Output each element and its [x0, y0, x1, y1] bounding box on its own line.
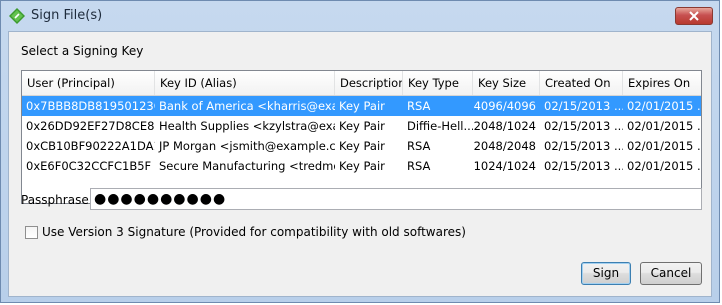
column-description[interactable]: Description [335, 71, 403, 95]
signing-key-heading: Select a Signing Key [21, 44, 144, 58]
cell-user: 0x26DD92EF27D8CE8 [26, 119, 155, 133]
column-user-principal[interactable]: User (Principal) [22, 71, 155, 95]
close-button[interactable] [675, 7, 713, 25]
cancel-button[interactable]: Cancel [640, 262, 702, 285]
cell-key-size: 1024/1024 [473, 159, 536, 173]
close-icon [689, 11, 699, 21]
cell-created-on: 02/15/2013 ... [544, 99, 623, 113]
table-row[interactable]: 0xE6F0C32CCFC1B5F Secure Manufacturing <… [22, 156, 701, 176]
window-title: Sign File(s) [31, 8, 103, 23]
version3-signature-option[interactable]: Use Version 3 Signature (Provided for co… [25, 225, 466, 239]
cell-key-size: 4096/4096 [473, 99, 536, 113]
cell-key-type: Diffie-Hell... [407, 119, 473, 133]
cell-description: Key Pair [339, 99, 385, 113]
cell-user: 0xCB10BF90222A1DA1 [26, 139, 155, 153]
sign-button[interactable]: Sign [581, 262, 631, 285]
column-key-size[interactable]: Key Size [473, 71, 540, 95]
cell-user: 0x7BBB8DB81950123C [26, 99, 155, 113]
cell-key-size: 2048/2048 [473, 139, 536, 153]
cell-created-on: 02/15/2013 ... [544, 159, 623, 173]
cell-description: Key Pair [339, 119, 385, 133]
cell-created-on: 02/15/2013 ... [544, 119, 623, 133]
cell-key-size: 2048/1024 [473, 119, 536, 133]
cell-key-id: Secure Manufacturing <tredmon... [159, 159, 335, 173]
table-header: User (Principal) Key ID (Alias) Descript… [22, 71, 701, 96]
cell-expires-on: 02/01/2015 ... [627, 99, 701, 113]
cell-expires-on: 02/01/2015 ... [627, 159, 701, 173]
table-row[interactable]: 0x7BBB8DB81950123C Bank of America <khar… [22, 96, 701, 116]
cell-key-type: RSA [407, 139, 431, 153]
key-table: User (Principal) Key ID (Alias) Descript… [21, 70, 702, 204]
sign-files-dialog: Sign File(s) Select a Signing Key User (… [0, 0, 720, 303]
passphrase-input[interactable]: ●●●●●●●●●● [90, 188, 702, 210]
table-row[interactable]: 0xCB10BF90222A1DA1 JP Morgan <jsmith@exa… [22, 136, 701, 156]
app-diamond-icon [9, 8, 25, 24]
cell-key-id: JP Morgan <jsmith@example.com> [159, 139, 335, 153]
column-key-id[interactable]: Key ID (Alias) [155, 71, 335, 95]
column-created-on[interactable]: Created On [540, 71, 623, 95]
cell-expires-on: 02/01/2015 ... [627, 139, 701, 153]
column-key-type[interactable]: Key Type [403, 71, 473, 95]
cell-created-on: 02/15/2013 ... [544, 139, 623, 153]
cell-description: Key Pair [339, 139, 385, 153]
cell-description: Key Pair [339, 159, 385, 173]
cell-key-type: RSA [407, 159, 431, 173]
column-expires-on[interactable]: Expires On [623, 71, 701, 95]
cell-key-id: Bank of America <kharris@exam... [159, 99, 335, 113]
cell-key-id: Health Supplies <kzylstra@exam... [159, 119, 335, 133]
passphrase-label: Passphrase [21, 193, 89, 207]
dialog-body: Select a Signing Key User (Principal) Ke… [8, 31, 712, 297]
table-row[interactable]: 0x26DD92EF27D8CE8 Health Supplies <kzyls… [22, 116, 701, 136]
cell-key-type: RSA [407, 99, 431, 113]
version3-signature-label[interactable]: Use Version 3 Signature (Provided for co… [42, 225, 466, 239]
title-bar: Sign File(s) [1, 1, 719, 31]
cell-expires-on: 02/01/2015 ... [627, 119, 701, 133]
version3-signature-checkbox[interactable] [25, 225, 38, 239]
cell-user: 0xE6F0C32CCFC1B5F [26, 159, 152, 173]
